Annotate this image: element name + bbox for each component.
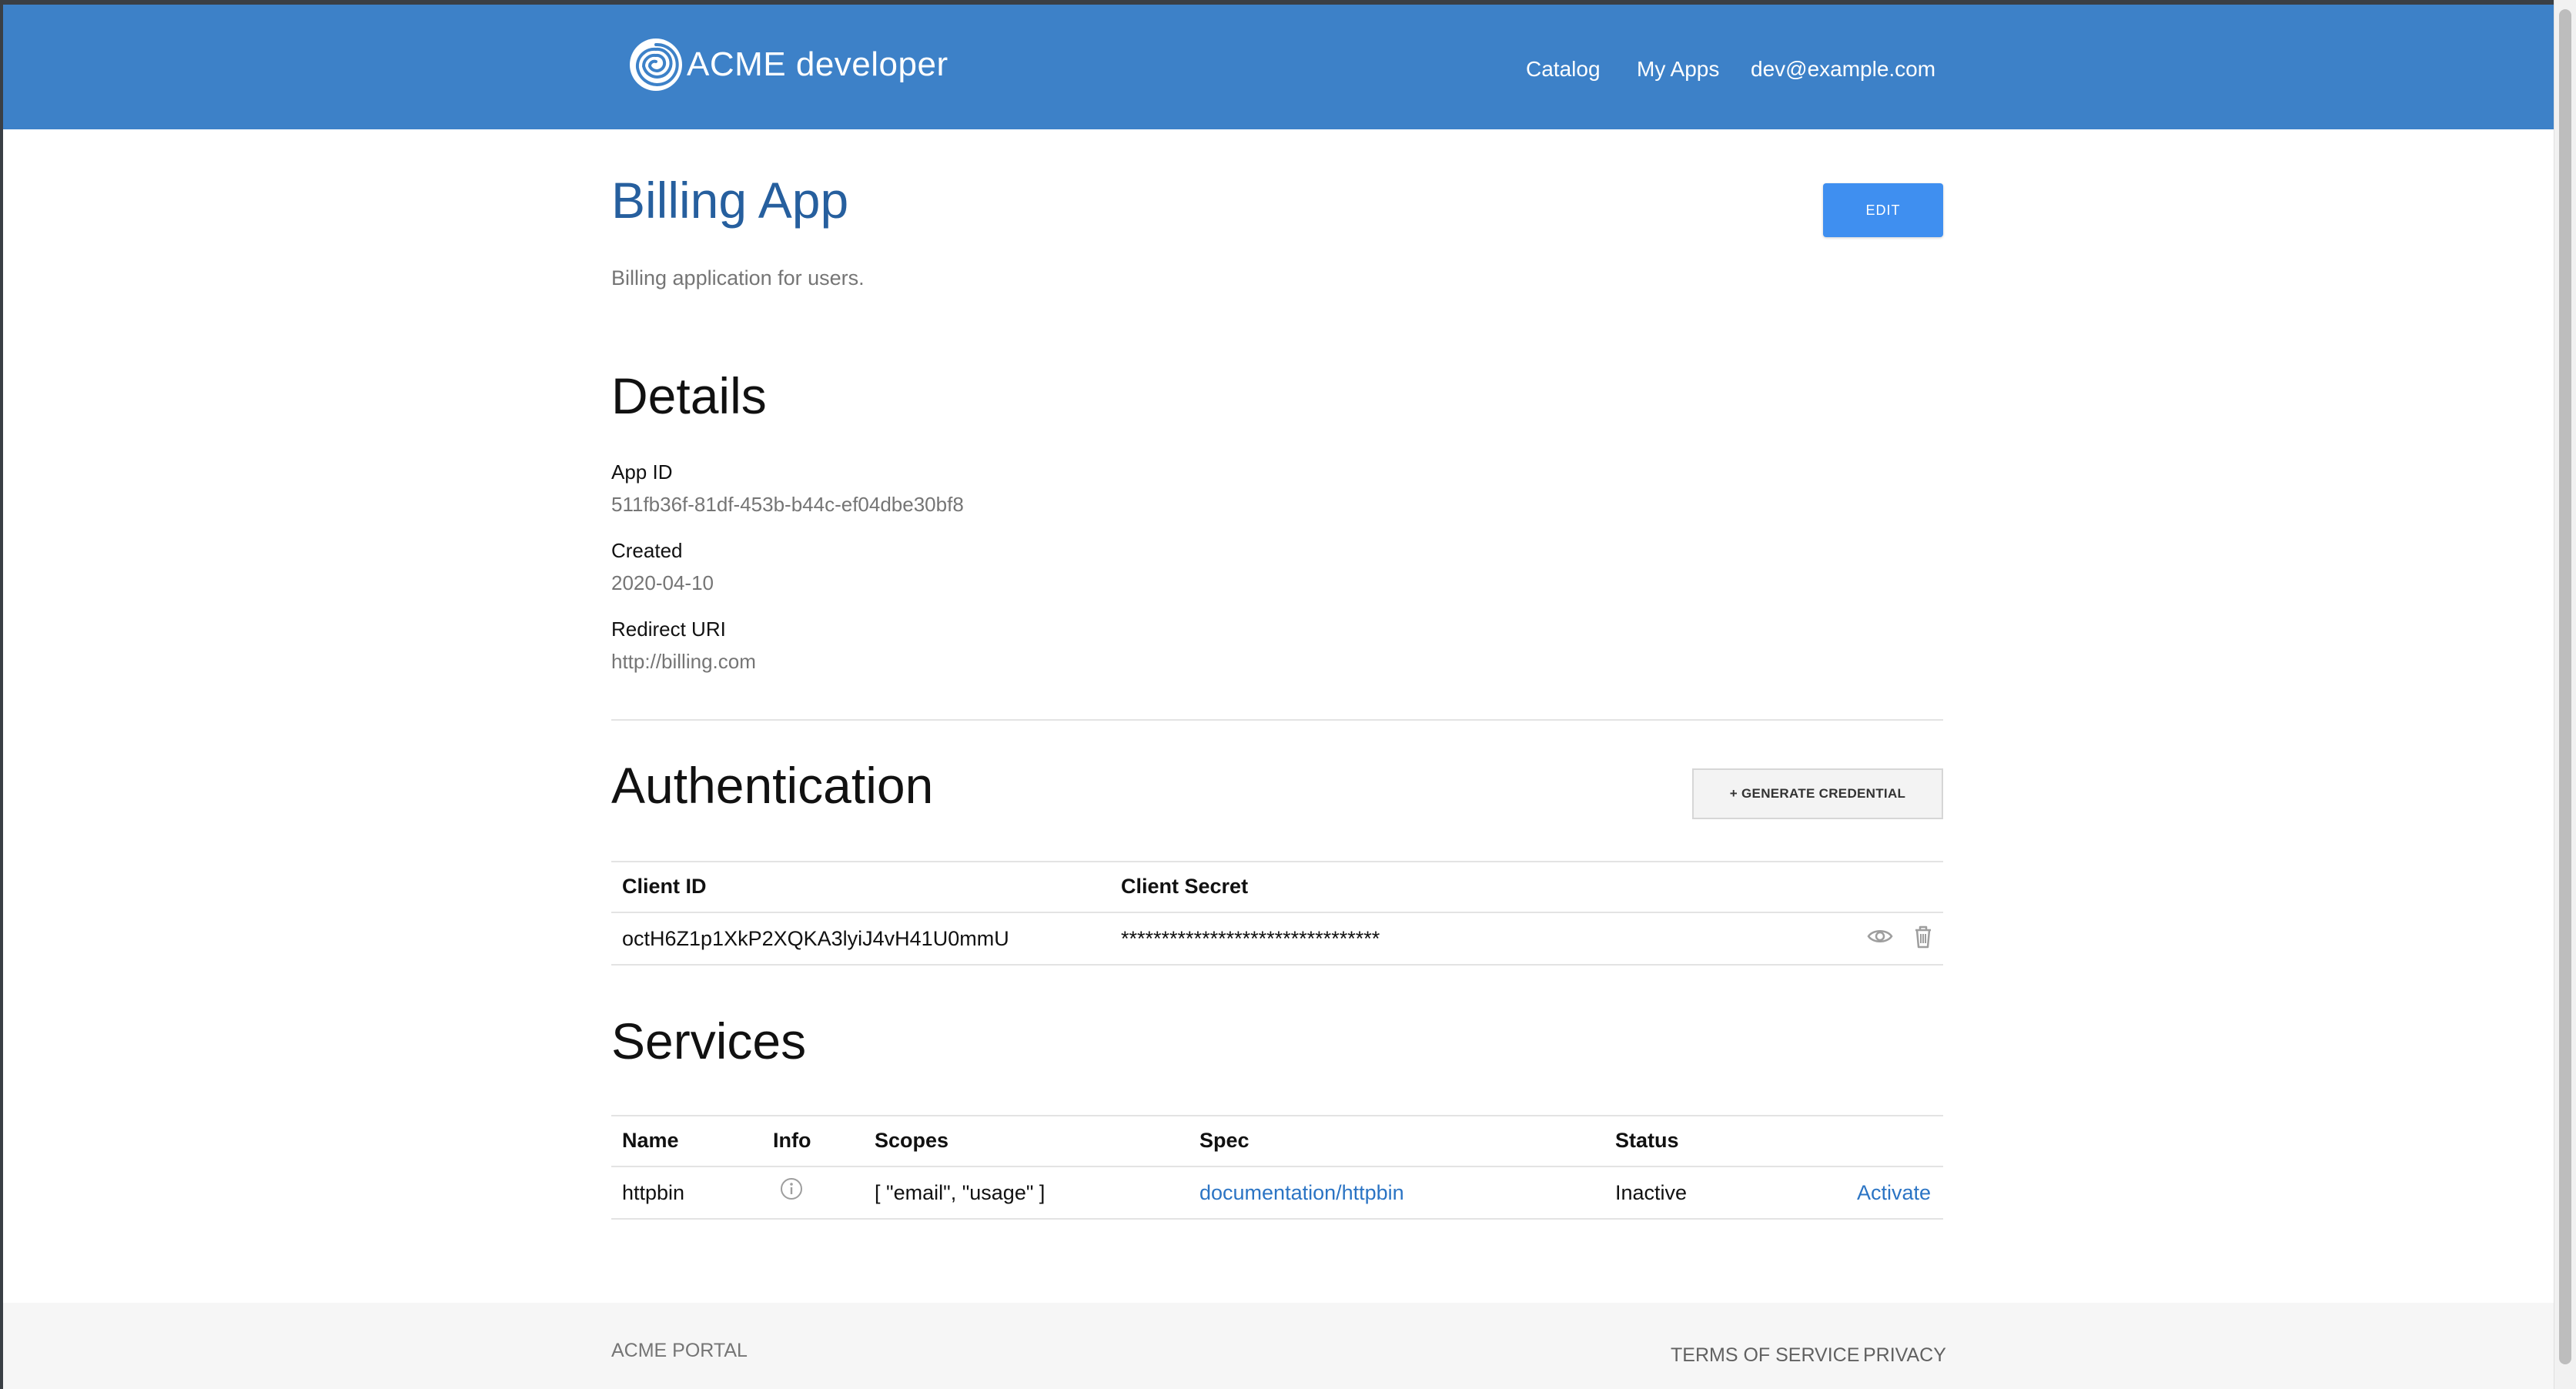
client-id-header: Client ID (622, 875, 707, 898)
service-scopes: [ "email", "usage" ] (875, 1181, 1045, 1204)
info-icon[interactable] (779, 1176, 804, 1201)
service-status: Inactive (1615, 1181, 1688, 1204)
client-secret-value: ******************************** (1121, 927, 1380, 950)
credentials-table-top-border (611, 861, 1943, 862)
nav-user-menu[interactable]: dev@example.com (1751, 57, 1935, 82)
footer-brand: ACME PORTAL (611, 1340, 748, 1361)
activate-link[interactable]: Activate (1857, 1181, 1931, 1205)
redirect-uri-label: Redirect URI (611, 618, 726, 641)
services-info-header: Info (773, 1129, 811, 1152)
services-name-header: Name (622, 1129, 679, 1152)
edit-button[interactable]: EDIT (1823, 183, 1943, 237)
scrollbar[interactable] (2554, 0, 2576, 1389)
generate-credential-button[interactable]: + GENERATE CREDENTIAL (1692, 768, 1943, 819)
top-navbar: ACME developer Catalog My Apps dev@examp… (3, 5, 2554, 129)
section-divider (611, 719, 1943, 721)
window-left-edge (0, 0, 3, 1389)
authentication-heading: Authentication (611, 757, 934, 814)
created-value: 2020-04-10 (611, 571, 714, 594)
services-spec-header: Spec (1199, 1129, 1250, 1152)
services-header-border (611, 1166, 1943, 1167)
credentials-header-border (611, 912, 1943, 913)
services-scopes-header: Scopes (875, 1129, 949, 1152)
credentials-table-bottom-border (611, 964, 1943, 966)
service-name: httpbin (622, 1181, 685, 1204)
page-title: Billing App (611, 172, 849, 229)
nav-my-apps-link[interactable]: My Apps (1637, 57, 1719, 82)
scrollbar-thumb[interactable] (2559, 9, 2571, 1364)
services-status-header: Status (1615, 1129, 1679, 1152)
details-heading: Details (611, 367, 767, 424)
brand-name: ACME developer (687, 45, 948, 83)
client-id-value: octH6Z1p1XkP2XQKA3lyiJ4vH41U0mmU (622, 927, 1009, 950)
eye-icon[interactable] (1866, 922, 1894, 950)
terms-of-service-link[interactable]: TERMS OF SERVICE (1671, 1344, 1859, 1367)
privacy-link[interactable]: PRIVACY (1863, 1344, 1946, 1367)
service-spec-link[interactable]: documentation/httpbin (1199, 1181, 1404, 1205)
brand-logo[interactable]: ACME developer (628, 37, 948, 92)
app-id-label: App ID (611, 460, 673, 484)
redirect-uri-value: http://billing.com (611, 650, 756, 673)
app-id-value: 511fb36f-81df-453b-b44c-ef04dbe30bf8 (611, 493, 964, 516)
trash-icon[interactable] (1909, 922, 1937, 950)
nav-catalog-link[interactable]: Catalog (1526, 57, 1601, 82)
services-table-bottom-border (611, 1218, 1943, 1220)
app-description: Billing application for users. (611, 266, 865, 290)
client-secret-header: Client Secret (1121, 875, 1249, 898)
services-heading: Services (611, 1012, 807, 1069)
footer (3, 1303, 2554, 1389)
spiral-logo-icon (630, 38, 682, 91)
services-table-top-border (611, 1115, 1943, 1116)
created-label: Created (611, 539, 683, 562)
